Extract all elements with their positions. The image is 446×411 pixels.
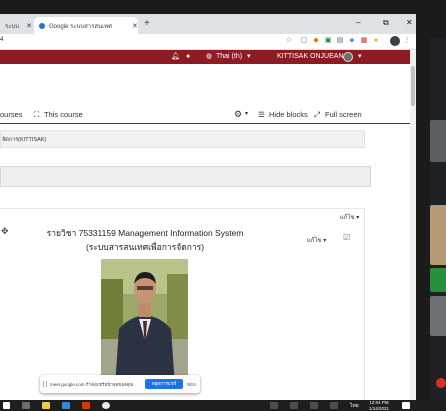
app-icon[interactable] [82, 402, 90, 409]
menu-icon[interactable]: ⋮ [403, 37, 411, 45]
sitemap-icon: ⛶ [34, 110, 40, 119]
tray-icon[interactable] [290, 402, 298, 409]
tab-google[interactable]: Google ระบบสารสนเทศ ✕ [34, 17, 138, 34]
drag-handle-icon[interactable] [43, 381, 47, 387]
folder-icon[interactable] [42, 402, 50, 409]
gear-icon[interactable]: ⚙ [234, 109, 242, 120]
edit-menu-summary[interactable]: แก้ไข ▾ [307, 235, 326, 245]
clock[interactable]: 12:04 PM 1/14/2021 [362, 400, 396, 411]
breadcrumb: จัดการ(KITTISAK) [0, 130, 365, 148]
participant-tile[interactable] [430, 268, 446, 292]
course-title-line2: (ระบบสารสนเทศเพื่อการจัดการ) [85, 242, 205, 252]
tab-strip: ระบบสารสนเทศ ✕ Google ระบบสารสนเทศ ✕ + –… [0, 14, 416, 34]
course-title: รายวิชา 75331159 Management Information … [30, 226, 260, 254]
lock-icon[interactable]: ● [372, 37, 380, 45]
screen-share-bar: meet.google.com กำลังแชร์หน้าจอของคุณ หย… [40, 375, 200, 393]
volume-icon[interactable] [330, 402, 338, 409]
site-navbar: 🔔︎ ● ◍ Thai (th) ▾ KITTISAK ONJUEAN ▾ [0, 50, 410, 64]
chevron-down-icon[interactable]: ▾ [358, 51, 362, 63]
new-tab-button[interactable]: + [144, 18, 150, 29]
clock-date: 1/14/2021 [368, 405, 390, 411]
star-icon[interactable]: ☆ [285, 37, 293, 45]
full-screen-button[interactable]: Full screen [325, 110, 362, 119]
expand-icon: ⤢ [314, 110, 320, 119]
participant-tile[interactable] [430, 296, 446, 336]
checkbox-icon[interactable]: ☑ [343, 233, 350, 242]
desktop: ระบบสารสนเทศ ✕ Google ระบบสารสนเทศ ✕ + –… [0, 0, 446, 411]
list-icon: ☰ [258, 110, 265, 119]
chrome-icon[interactable] [102, 402, 110, 409]
course-title-line1: รายวิชา 75331159 Management Information … [46, 228, 244, 238]
participant-tile[interactable] [430, 120, 446, 162]
taskbar: ไทย 12:04 PM 1/14/2021 [0, 400, 446, 411]
start-icon[interactable] [3, 402, 10, 409]
extension-icon[interactable]: ▦ [360, 37, 368, 45]
minimize-button[interactable]: – [356, 18, 360, 27]
tab-label: ระบบสารสนเทศ [5, 23, 20, 30]
notice-box [0, 166, 371, 187]
tab-moodle[interactable]: ระบบสารสนเทศ ✕ [0, 17, 32, 34]
language-menu[interactable]: Thai (th) [216, 51, 242, 63]
restore-button[interactable]: ⧉ [383, 18, 389, 28]
header-rule [0, 123, 410, 124]
extension-icon[interactable]: ▣ [324, 37, 332, 45]
hide-bar-button[interactable]: ซ่อน [187, 381, 196, 388]
extension-icon[interactable]: ▤ [336, 37, 344, 45]
this-course-menu[interactable]: This course [44, 110, 83, 119]
mic-off-icon[interactable] [436, 378, 446, 388]
close-window-button[interactable]: ✕ [406, 18, 413, 27]
close-icon[interactable]: ✕ [132, 22, 138, 30]
extension-icon[interactable]: ◈ [348, 37, 356, 45]
message-icon[interactable]: ● [186, 51, 190, 63]
hide-blocks-button[interactable]: Hide blocks [269, 110, 308, 119]
language-indicator[interactable]: ไทย [350, 402, 359, 410]
browser-toolbar: 4 ☆ ▢ ◆ ▣ ▤ ◈ ▦ ● ⋮ [0, 34, 416, 50]
taskview-icon[interactable] [22, 402, 30, 409]
profile-avatar[interactable] [390, 36, 400, 46]
breadcrumb-text[interactable]: จัดการ(KITTISAK) [2, 136, 46, 144]
notification-icon[interactable] [402, 402, 410, 409]
stop-sharing-button[interactable]: หยุดการแชร์ [145, 379, 183, 389]
app-icon[interactable] [62, 402, 70, 409]
extension-icon[interactable]: ◆ [312, 37, 320, 45]
close-icon[interactable]: ✕ [26, 22, 32, 30]
bell-icon[interactable]: 🔔︎ [171, 51, 180, 63]
avatar[interactable] [343, 52, 353, 62]
google-favicon-icon [39, 22, 45, 29]
user-name[interactable]: KITTISAK ONJUEAN [277, 51, 344, 63]
globe-icon: ◍ [206, 53, 213, 60]
extension-icon[interactable]: ▢ [300, 37, 308, 45]
scrollbar-thumb[interactable] [411, 66, 415, 106]
participant-tile[interactable] [430, 205, 446, 265]
chevron-down-icon[interactable]: ▾ [245, 110, 248, 117]
tab-label: Google ระบบสารสนเทศ [49, 23, 112, 30]
tray-icon[interactable] [270, 402, 278, 409]
tray-icon[interactable] [310, 402, 318, 409]
move-icon[interactable]: ✥ [1, 226, 9, 237]
chevron-down-icon: ▾ [247, 53, 251, 60]
instructor-photo [101, 259, 188, 386]
edit-menu-top[interactable]: แก้ไข ▾ [340, 212, 359, 222]
share-status-text: meet.google.com กำลังแชร์หน้าจอของคุณ [50, 382, 134, 387]
address-bar[interactable]: 4 [0, 37, 3, 43]
my-courses-link[interactable]: ourses [0, 110, 23, 119]
